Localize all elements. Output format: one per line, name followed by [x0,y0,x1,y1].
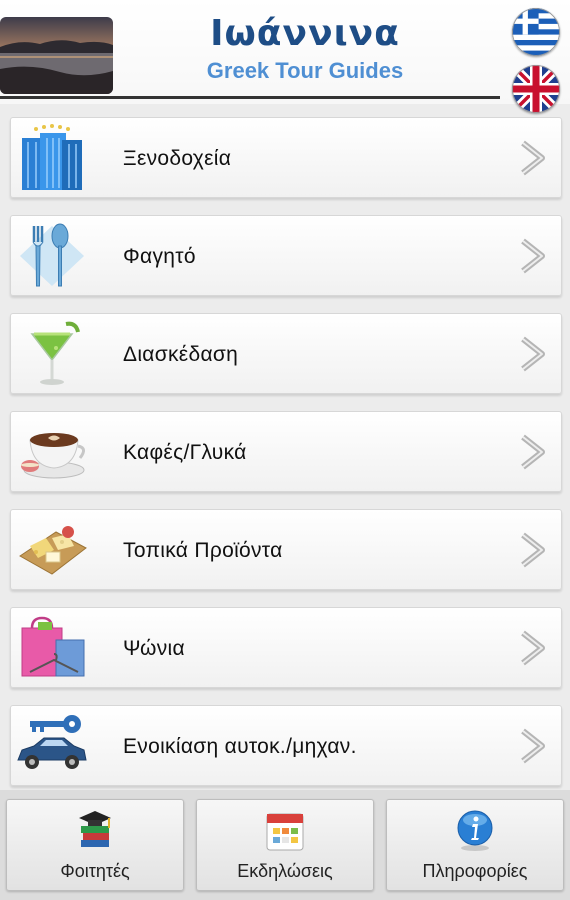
menu-item-label: Τοπικά Προϊόντα [123,539,283,562]
menu-item-entertainment[interactable]: Διασκέδαση [10,313,562,394]
menu-item-food[interactable]: Φαγητό [10,215,562,296]
category-menu: Ξενοδοχεία Φαγητό Διασκέδαση Καφές/Γλυκά… [10,117,562,803]
header-divider [0,96,500,99]
menu-item-shopping[interactable]: Ψώνια [10,607,562,688]
cocktail-glass-icon [16,320,88,388]
menu-item-label: Ψώνια [123,637,185,660]
menu-item-car-rental[interactable]: Ενοικίαση αυτοκ./μηχαν. [10,705,562,786]
calendar-icon [265,808,305,852]
shopping-bag-icon [16,614,88,682]
menu-item-hotels[interactable]: Ξενοδοχεία [10,117,562,198]
greek-flag-icon[interactable] [512,8,560,56]
menu-item-coffee-sweets[interactable]: Καφές/Γλυκά [10,411,562,492]
chevron-right-icon [517,336,549,372]
menu-item-label: Ενοικίαση αυτοκ./μηχαν. [123,735,357,758]
car-key-icon [16,712,88,780]
app-header: Ιωάννινα Greek Tour Guides [0,0,570,113]
tab-label: Εκδηλώσεις [237,861,333,881]
chevron-right-icon [517,728,549,764]
tab-events[interactable]: Εκδηλώσεις [196,799,374,891]
menu-item-label: Διασκέδαση [123,343,239,366]
city-lake-photo [0,17,113,94]
uk-flag-icon[interactable] [512,65,560,113]
app-title: Ιωάννινα [210,13,400,54]
tab-students[interactable]: Φοιτητές [6,799,184,891]
coffee-cup-icon [16,418,88,486]
tab-label: Φοιτητές [60,861,130,881]
info-icon [455,808,495,852]
chevron-right-icon [517,238,549,274]
tab-label: Πληροφορίες [422,861,528,881]
hotel-building-icon [16,124,88,192]
tab-info[interactable]: Πληροφορίες [386,799,564,891]
menu-item-local-products[interactable]: Τοπικά Προϊόντα [10,509,562,590]
menu-item-label: Ξενοδοχεία [123,147,232,170]
app-subtitle: Greek Tour Guides [206,58,404,83]
books-graduation-cap-icon [75,808,115,852]
chevron-right-icon [517,630,549,666]
bottom-tab-bar: Φοιτητές Εκδηλώσεις Πληροφορίες [0,790,570,900]
menu-item-label: Φαγητό [123,245,196,268]
chevron-right-icon [517,532,549,568]
chevron-right-icon [517,140,549,176]
chevron-right-icon [517,434,549,470]
menu-item-label: Καφές/Γλυκά [123,441,247,464]
cheese-board-icon [16,516,88,584]
fork-spoon-icon [16,222,88,290]
